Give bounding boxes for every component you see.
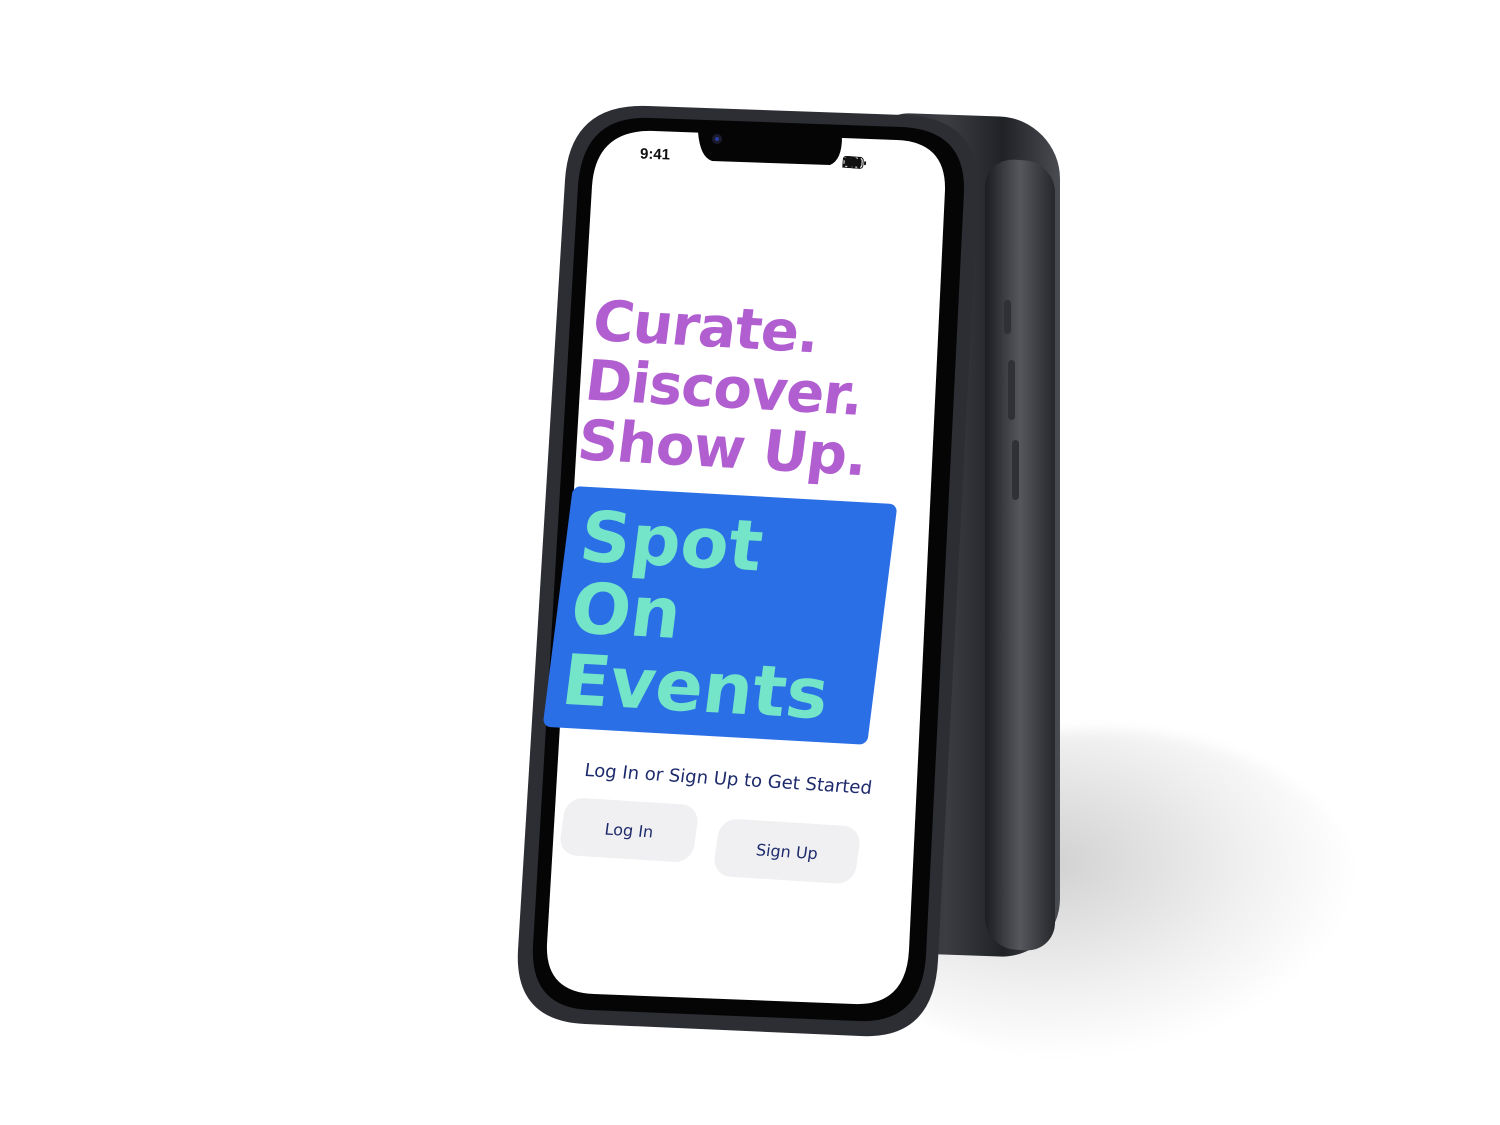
phone-device: 9:41 Curate. Discover. Show Up. Spot On … xyxy=(0,0,1500,1125)
login-button[interactable]: Log In xyxy=(558,797,700,864)
tagline-line: Show Up. xyxy=(574,408,871,490)
brand-line: Events xyxy=(557,638,834,736)
mockup-stage: 9:41 Curate. Discover. Show Up. Spot On … xyxy=(0,0,1500,1125)
status-icons xyxy=(842,155,867,169)
signup-button[interactable]: Sign Up xyxy=(712,818,862,885)
auth-prompt: Log In or Sign Up to Get Started xyxy=(583,760,874,799)
brand-logo-box: Spot On Events xyxy=(542,486,898,745)
tagline: Curate. Discover. Show Up. xyxy=(574,289,896,490)
app-screen: 9:41 Curate. Discover. Show Up. Spot On … xyxy=(0,0,1500,1125)
brand-name: Spot On Events xyxy=(557,496,851,736)
status-time: 9:41 xyxy=(639,145,671,164)
